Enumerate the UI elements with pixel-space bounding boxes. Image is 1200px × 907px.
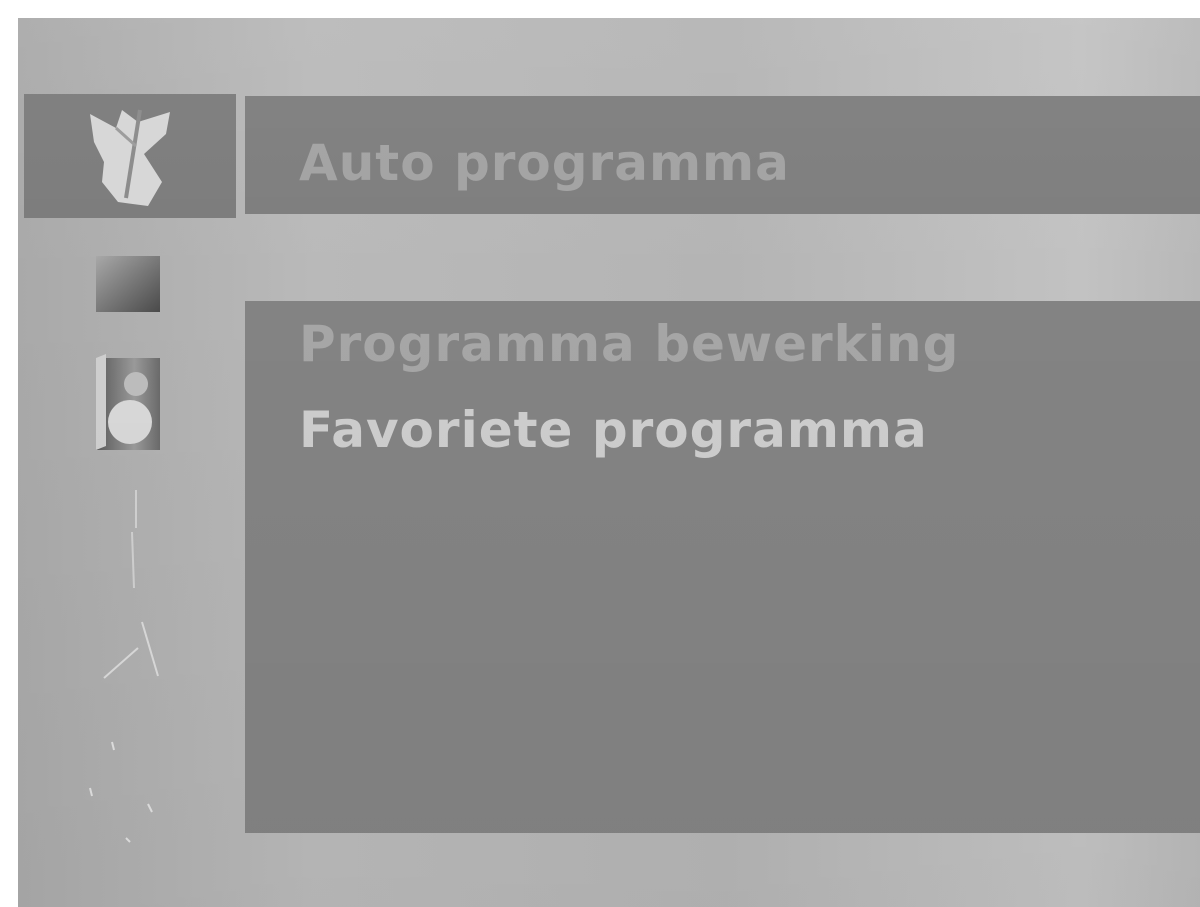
sound-icon[interactable] (90, 354, 166, 454)
screen-icon[interactable] (82, 728, 172, 858)
tv-osd-screen: Auto programma Programma bewerking Favor… (18, 18, 1200, 907)
station-setup-icon[interactable] (82, 102, 178, 214)
time-icon[interactable] (114, 488, 154, 598)
submenu-panel (245, 301, 1200, 833)
special-icon[interactable] (98, 618, 168, 688)
picture-icon[interactable] (94, 254, 164, 318)
menu-item-programma-bewerking[interactable]: Programma bewerking (299, 315, 959, 373)
menu-item-favoriete-programma[interactable]: Favoriete programma (299, 401, 928, 459)
menu-item-auto-programma[interactable]: Auto programma (299, 134, 790, 192)
